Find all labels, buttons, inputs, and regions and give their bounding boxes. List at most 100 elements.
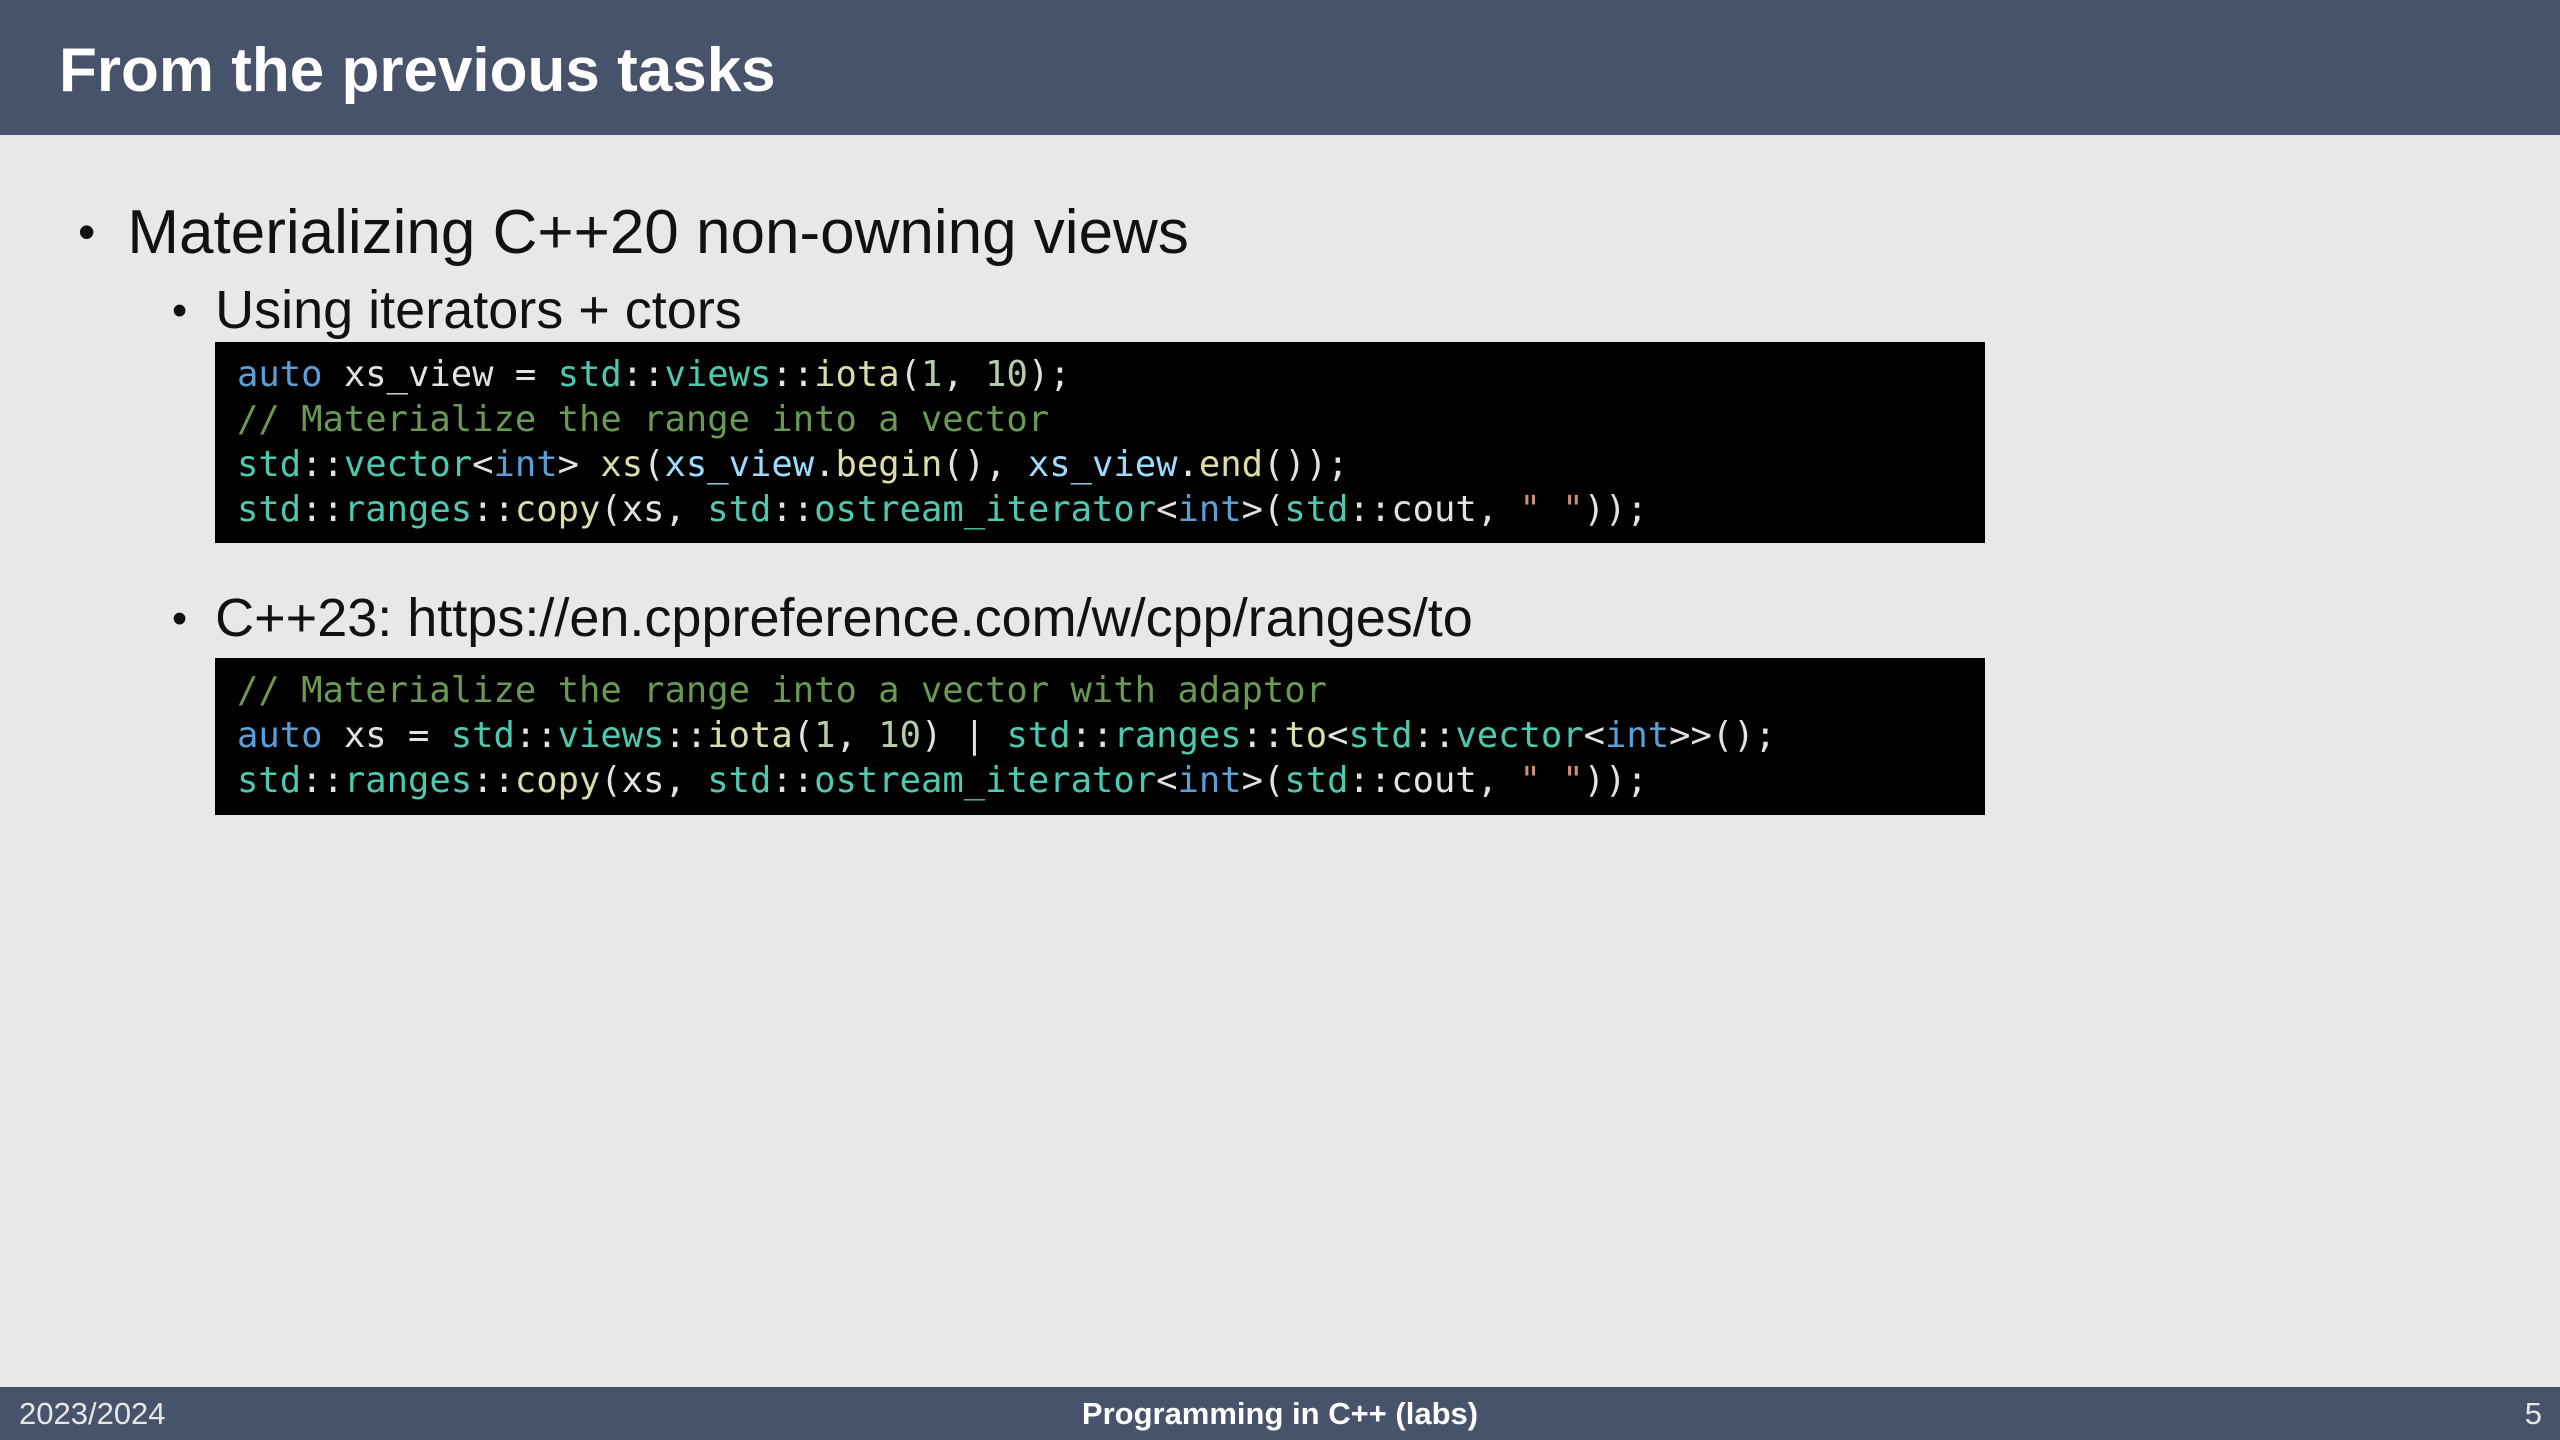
sub-bullet-iterators: • Using iterators + ctors [172,278,742,343]
code-token: < [1156,760,1178,801]
code-token: >>(); [1669,715,1776,756]
code-token: " " [1519,760,1584,801]
bullet-main: • Materializing C++20 non-owning views [78,196,1189,269]
code-token: xs = [322,715,451,756]
code-token: int [1605,715,1670,756]
code-token: iota [707,715,793,756]
code-token: (), [942,444,1028,485]
code-token: xs_view = [322,354,558,395]
code-token: )); [1583,489,1648,530]
code-token: vector [1455,715,1584,756]
code-token: xs_view [1027,444,1178,485]
code-token: auto [237,354,323,395]
sub-bullet-cpp23: • C++23: https://en.cppreference.com/w/cp… [172,586,1473,651]
code-token: (xs, [600,760,708,801]
code-line: // Materialize the range into a vector [237,397,1985,442]
code-token: :: [301,489,344,530]
slide-header: From the previous tasks [0,0,2560,135]
code-token: 1 [920,354,943,395]
code-token: ( [643,444,665,485]
code-token: :: [472,760,515,801]
code-token: ()); [1263,444,1349,485]
bullet-dot: • [172,286,188,335]
code-token: int [493,444,558,485]
code-token: " " [1519,489,1584,530]
code-token: ( [792,715,815,756]
code-token: ranges [343,489,473,530]
code-token: cout [1391,760,1477,801]
code-token: ranges [343,760,473,801]
code-token: ) | [921,715,1007,756]
code-token: :: [1241,715,1285,756]
code-line: std::vector<int> xs(xs_view.begin(), xs_… [237,442,1985,487]
code-token: end [1198,444,1263,485]
code-token: 10 [878,715,921,756]
code-token: >( [1241,760,1285,801]
code-token: , [1476,489,1520,530]
code-token: views [557,715,665,756]
sub-bullet-text: C++23: https://en.cppreference.com/w/cpp… [215,588,1473,648]
code-token: :: [472,489,515,530]
code-line: auto xs = std::views::iota(1, 10) | std:… [237,713,1985,758]
code-token: , [942,354,986,395]
code-token: . [814,444,836,485]
code-block-iterators: auto xs_view = std::views::iota(1, 10); /… [215,342,1985,543]
code-token: int [1177,489,1242,530]
code-line: std::ranges::copy(xs, std::ostream_itera… [237,758,1985,803]
code-token: cout [1391,489,1477,530]
slide: From the previous tasks • Materializing C… [0,0,2560,1440]
code-token: begin [835,444,943,485]
code-token: copy [514,489,601,530]
sub-bullet-text: Using iterators + ctors [215,280,742,340]
code-token: std [1284,760,1349,801]
code-token: views [664,354,772,395]
code-token: :: [301,444,344,485]
code-token: < [1327,715,1349,756]
code-token: :: [1412,715,1456,756]
code-token: ostream_iterator [814,760,1157,801]
code-token: std [707,489,772,530]
code-token: :: [1070,715,1114,756]
code-token: iota [814,354,900,395]
code-token: // Materialize the range into a vector [237,399,1050,440]
code-token: to [1284,715,1328,756]
code-token: 1 [814,715,836,756]
bullet-dot: • [172,594,188,643]
code-block-ranges-to: // Materialize the range into a vector w… [215,658,1985,815]
code-token: ranges [1113,715,1242,756]
code-token: int [1177,760,1242,801]
code-token: std [237,489,302,530]
code-token: :: [771,354,815,395]
code-token: std [237,760,302,801]
footer-page-number: 5 [2524,1396,2542,1431]
slide-title: From the previous tasks [59,36,776,105]
code-token: < [1583,715,1605,756]
code-token: xs [600,444,644,485]
code-token: :: [771,489,815,530]
code-token: < [472,444,494,485]
slide-footer: 2023/2024 Programming in C++ (labs) 5 [0,1387,2560,1440]
code-token: :: [771,760,815,801]
code-token: xs_view [664,444,815,485]
code-token: std [1284,489,1349,530]
code-token: :: [514,715,558,756]
code-token: std [450,715,515,756]
code-token: std [1006,715,1071,756]
code-line: // Materialize the range into a vector w… [237,668,1985,713]
code-token: std [1348,715,1413,756]
code-token: :: [1348,760,1392,801]
code-token: vector [343,444,473,485]
code-line: std::ranges::copy(xs, std::ostream_itera… [237,487,1985,532]
code-token: auto [237,715,323,756]
code-token: ostream_iterator [814,489,1157,530]
bullet-dot: • [78,204,96,260]
code-token: ); [1027,354,1071,395]
code-token: 10 [985,354,1028,395]
code-token: // Materialize the range into a vector w… [237,670,1328,711]
code-token: :: [301,760,344,801]
bullet-main-text: Materializing C++20 non-owning views [127,197,1189,267]
code-token: , [835,715,879,756]
code-token: (xs, [600,489,708,530]
footer-course-title: Programming in C++ (labs) [1081,1396,1479,1431]
code-token: )); [1583,760,1648,801]
